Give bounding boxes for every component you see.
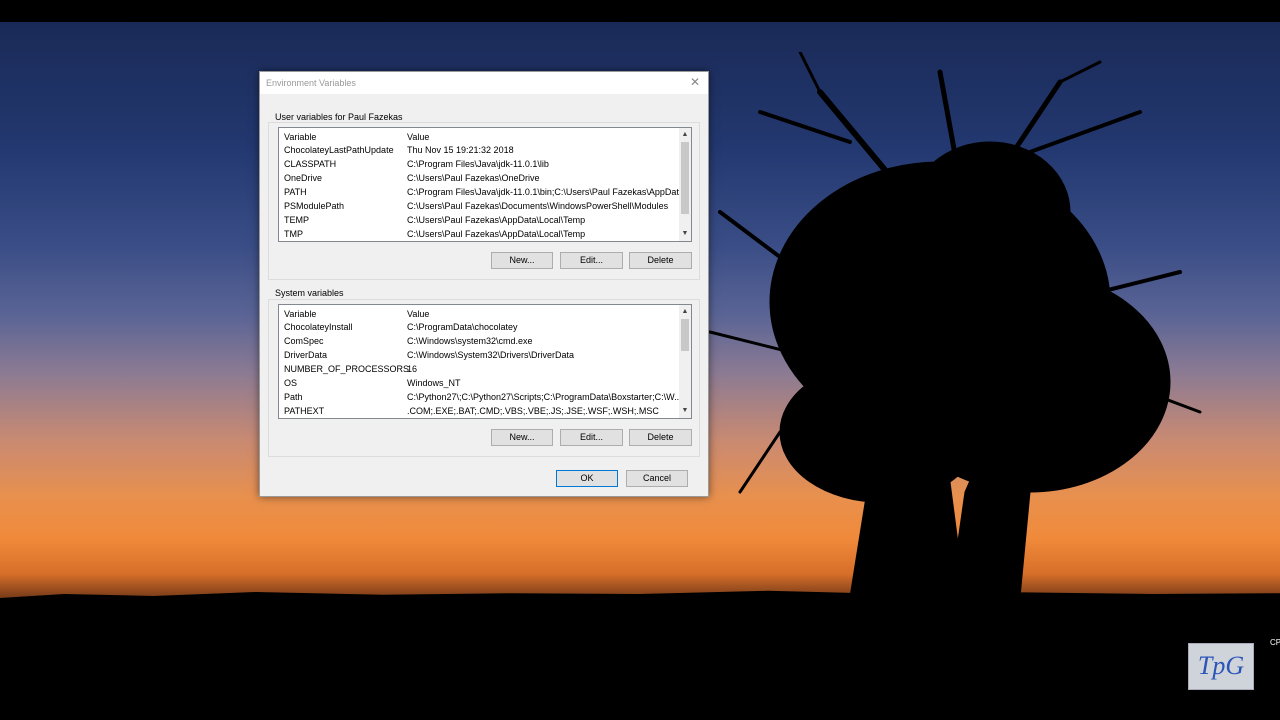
scroll-up-icon[interactable]: ▲: [679, 306, 691, 318]
dialog-title: Environment Variables: [266, 78, 356, 88]
user-variables-label: User variables for Paul Fazekas: [275, 112, 403, 122]
variable-name: OneDrive: [284, 173, 323, 183]
column-header-variable[interactable]: Variable: [284, 309, 316, 319]
environment-variables-dialog: Environment Variables ✕ User variables f…: [259, 71, 709, 497]
scroll-down-icon[interactable]: ▼: [679, 228, 691, 240]
variable-value: C:\Users\Paul Fazekas\AppData\Local\Temp: [407, 215, 586, 225]
variable-name: NUMBER_OF_PROCESSORS: [284, 364, 410, 374]
list-item[interactable]: PATHEXT .COM;.EXE;.BAT;.CMD;.VBS;.VBE;.JS…: [279, 404, 691, 418]
variable-value: Thu Nov 15 19:21:32 2018: [407, 145, 514, 155]
system-edit-button[interactable]: Edit...: [560, 429, 623, 446]
list-item[interactable]: PSModulePath C:\Users\Paul Fazekas\Docume…: [279, 199, 691, 213]
scrollbar-thumb[interactable]: [681, 142, 689, 214]
variable-value: C:\Python27\;C:\Python27\Scripts;C:\Prog…: [407, 392, 682, 402]
variable-name: TEMP: [284, 215, 310, 225]
variable-value: .COM;.EXE;.BAT;.CMD;.VBS;.VBE;.JS;.JSE;.…: [407, 406, 659, 416]
list-item[interactable]: ChocolateyInstall C:\ProgramData\chocolat…: [279, 320, 691, 334]
list-item[interactable]: ComSpec C:\Windows\system32\cmd.exe: [279, 334, 691, 348]
variable-value: C:\Users\Paul Fazekas\AppData\Local\Temp: [407, 229, 586, 239]
variable-name: ComSpec: [284, 336, 324, 346]
list-item[interactable]: OneDrive C:\Users\Paul Fazekas\OneDrive: [279, 171, 691, 185]
variable-value: C:\Windows\system32\cmd.exe: [407, 336, 533, 346]
list-item[interactable]: NUMBER_OF_PROCESSORS 16: [279, 362, 691, 376]
vertical-scrollbar[interactable]: ▲ ▼: [679, 128, 691, 241]
variable-value: C:\Program Files\Java\jdk-11.0.1\lib: [407, 159, 549, 169]
variable-value: 16: [407, 364, 418, 374]
user-variables-list[interactable]: Variable Value ChocolateyLastPathUpdate T…: [278, 127, 692, 242]
list-item[interactable]: TEMP C:\Users\Paul Fazekas\AppData\Local\…: [279, 213, 691, 227]
variable-name: TMP: [284, 229, 303, 239]
column-header-variable[interactable]: Variable: [284, 132, 316, 142]
ok-button[interactable]: OK: [556, 470, 618, 487]
user-edit-button[interactable]: Edit...: [560, 252, 623, 269]
user-delete-button[interactable]: Delete: [629, 252, 692, 269]
list-item[interactable]: ChocolateyLastPathUpdate Thu Nov 15 19:21…: [279, 143, 691, 157]
variable-value: C:\Program Files\Java\jdk-11.0.1\bin;C:\…: [407, 187, 687, 197]
system-delete-button[interactable]: Delete: [629, 429, 692, 446]
variable-value: Windows_NT: [407, 378, 461, 388]
tree-silhouette: [700, 50, 1220, 612]
tpg-logo: TpG: [1188, 643, 1254, 690]
list-item[interactable]: TMP C:\Users\Paul Fazekas\AppData\Local\T…: [279, 227, 691, 241]
list-item[interactable]: DriverData C:\Windows\System32\Drivers\Dr…: [279, 348, 691, 362]
variable-name: PATH: [284, 187, 307, 197]
system-variables-label: System variables: [275, 288, 344, 298]
close-icon[interactable]: ✕: [688, 75, 702, 89]
logo-text: TpG: [1197, 651, 1245, 680]
vertical-scrollbar[interactable]: ▲ ▼: [679, 305, 691, 418]
variable-name: ChocolateyInstall: [284, 322, 353, 332]
list-item[interactable]: Path C:\Python27\;C:\Python27\Scripts;C:\…: [279, 390, 691, 404]
variable-name: OS: [284, 378, 298, 388]
variable-name: PATHEXT: [284, 406, 325, 416]
system-new-button[interactable]: New...: [491, 429, 553, 446]
variable-name: DriverData: [284, 350, 328, 360]
column-header-value[interactable]: Value: [407, 309, 429, 319]
scroll-down-icon[interactable]: ▼: [679, 405, 691, 417]
variable-name: Path: [284, 392, 303, 402]
list-header: Variable Value: [279, 128, 691, 143]
list-item[interactable]: OS Windows_NT: [279, 376, 691, 390]
scrollbar-thumb[interactable]: [681, 319, 689, 351]
variable-value: C:\Windows\System32\Drivers\DriverData: [407, 350, 575, 360]
variable-value: C:\Users\Paul Fazekas\OneDrive: [407, 173, 540, 183]
list-item[interactable]: CLASSPATH C:\Program Files\Java\jdk-11.0.…: [279, 157, 691, 171]
variable-name: ChocolateyLastPathUpdate: [284, 145, 394, 155]
list-header: Variable Value: [279, 305, 691, 320]
variable-value: C:\Users\Paul Fazekas\Documents\WindowsP…: [407, 201, 669, 211]
variable-name: CLASSPATH: [284, 159, 337, 169]
scroll-up-icon[interactable]: ▲: [679, 129, 691, 141]
dialog-titlebar: Environment Variables ✕: [260, 72, 708, 94]
edge-text: CP: [1270, 638, 1280, 647]
system-variables-list[interactable]: Variable Value ChocolateyInstall C:\Progr…: [278, 304, 692, 419]
column-header-value[interactable]: Value: [407, 132, 429, 142]
variable-name: PSModulePath: [284, 201, 345, 211]
user-new-button[interactable]: New...: [491, 252, 553, 269]
cancel-button[interactable]: Cancel: [626, 470, 688, 487]
list-item[interactable]: PATH C:\Program Files\Java\jdk-11.0.1\bin…: [279, 185, 691, 199]
variable-value: C:\ProgramData\chocolatey: [407, 322, 518, 332]
